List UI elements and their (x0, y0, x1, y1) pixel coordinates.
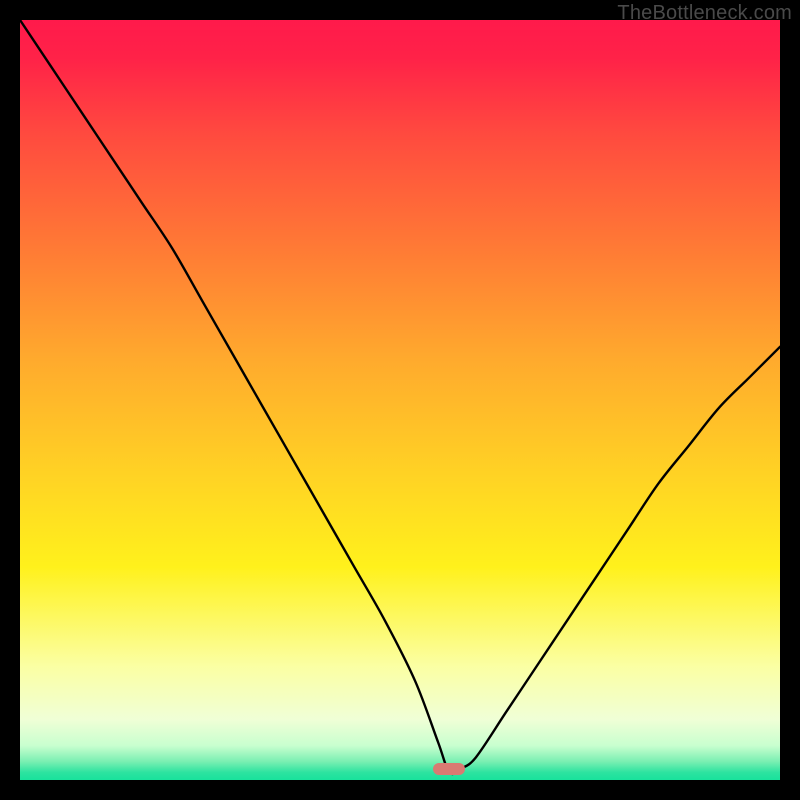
watermark-text: TheBottleneck.com (617, 2, 792, 25)
chart-frame: TheBottleneck.com (0, 0, 800, 800)
plot-area (20, 20, 780, 780)
optimal-marker (433, 763, 465, 775)
bottleneck-curve (20, 20, 780, 780)
